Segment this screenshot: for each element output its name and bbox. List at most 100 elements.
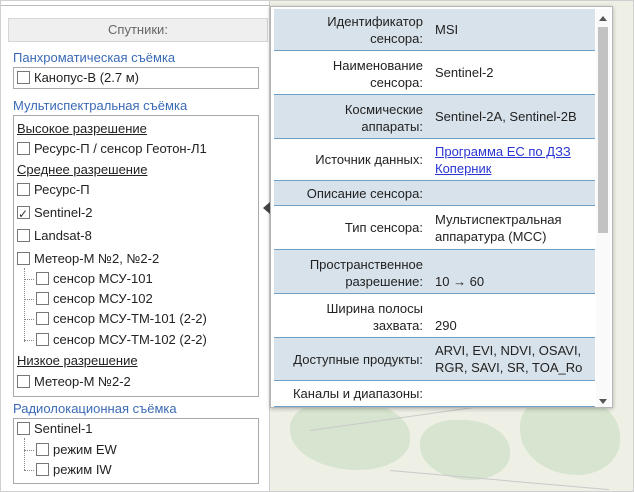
- sensor-info-table: Идентификатор сенсора: MSI Наименование …: [274, 9, 595, 407]
- list-item[interactable]: сенсор МСУ-ТМ-102 (2-2): [36, 330, 207, 350]
- row-value: Мультиспектральная аппаратура (МСС): [435, 211, 562, 244]
- list-item-label: Метеор-М №2-2: [34, 374, 131, 389]
- section-title-multispectral: Мультиспектральная съёмка: [13, 98, 188, 113]
- table-row: Доступные продукты: ARVI, EVI, NDVI, OSA…: [274, 338, 595, 381]
- popup-pointer-icon: [263, 202, 270, 214]
- row-key: Наименование сенсора:: [332, 58, 423, 90]
- tree-connector: [24, 470, 34, 471]
- tree-connector: [24, 340, 34, 341]
- table-row: Пространственное разрешение: 10 → 60: [274, 250, 595, 294]
- list-item-label: Метеор-М №2, №2-2: [34, 251, 160, 266]
- list-item-label: сенсор МСУ-ТМ-101 (2-2): [53, 311, 207, 326]
- row-value: MSI: [435, 22, 459, 37]
- group-low-resolution: Низкое разрешение: [17, 353, 138, 368]
- list-item-label: Канопус-В (2.7 м): [34, 70, 139, 85]
- row-value: Sentinel-2: [435, 65, 494, 80]
- table-row: Идентификатор сенсора: MSI: [274, 9, 595, 51]
- list-item[interactable]: Канопус-В (2.7 м): [17, 68, 139, 88]
- popup-scrollbar[interactable]: [596, 9, 610, 407]
- checkbox-mode-iw[interactable]: [36, 463, 49, 476]
- checkbox-meteor[interactable]: [17, 252, 30, 265]
- list-item-label: Sentinel-2: [34, 205, 93, 220]
- panchromatic-list: Канопус-В (2.7 м): [13, 67, 259, 89]
- checkbox-msu-tm-101[interactable]: [36, 312, 49, 325]
- satellite-sidebar: Спутники: Панхроматическая съёмка Канопу…: [0, 0, 270, 492]
- checkbox-msu-101[interactable]: [36, 272, 49, 285]
- tree-connector: [24, 299, 34, 300]
- row-key: Доступные продукты:: [293, 351, 423, 367]
- sidebar-top-edge: [0, 0, 270, 6]
- table-row: Тип сенсора: Мультиспектральная аппарату…: [274, 206, 595, 250]
- row-key: Описание сенсора:: [306, 185, 423, 201]
- row-value: [431, 381, 595, 406]
- list-item-label: сенсор МСУ-102: [53, 291, 153, 306]
- list-item[interactable]: Landsat-8: [17, 226, 92, 246]
- list-item-label: сенсор МСУ-ТМ-102 (2-2): [53, 332, 207, 347]
- list-item-label: Sentinel-1: [34, 421, 93, 436]
- radar-list: Sentinel-1 режим EW режим IW: [13, 418, 259, 484]
- table-row: Источник данных: Программа ЕС по ДЗЗ Коп…: [274, 139, 595, 181]
- row-value: Sentinel-2A, Sentinel-2B: [435, 109, 577, 124]
- multispectral-list: Высокое разрешение Ресурс-П / сенсор Гео…: [13, 115, 259, 397]
- table-row: Наименование сенсора: Sentinel-2: [274, 51, 595, 95]
- sensor-info-popup: Идентификатор сенсора: MSI Наименование …: [270, 6, 613, 408]
- row-value: [431, 181, 595, 205]
- row-value: Программа ЕС по ДЗЗ Коперник: [431, 139, 595, 180]
- list-item[interactable]: Ресурс-П / сенсор Геотон-Л1: [17, 139, 207, 159]
- tree-connector: [24, 450, 34, 451]
- table-row: Каналы и диапазоны:: [274, 381, 595, 407]
- checkbox-kanopus[interactable]: [17, 71, 30, 84]
- row-key: Тип сенсора:: [344, 220, 423, 235]
- row-value: 10 → 60: [435, 274, 485, 289]
- list-item-label: сенсор МСУ-101: [53, 271, 153, 286]
- row-key: Пространственное разрешение:: [309, 257, 423, 289]
- group-high-resolution: Высокое разрешение: [17, 121, 147, 136]
- list-item[interactable]: режим EW: [36, 440, 117, 460]
- row-key: Каналы и диапазоны:: [292, 386, 423, 401]
- checkbox-sentinel-2[interactable]: [17, 204, 30, 224]
- checkbox-sentinel-1[interactable]: [17, 422, 30, 435]
- scroll-down-icon[interactable]: [599, 399, 607, 404]
- list-item[interactable]: Метеор-М №2, №2-2: [17, 249, 159, 269]
- list-item-label: Ресурс-П / сенсор Геотон-Л1: [34, 141, 207, 156]
- satellites-header: Спутники:: [8, 18, 268, 42]
- data-source-link[interactable]: Программа ЕС по ДЗЗ Коперник: [435, 143, 589, 177]
- map-forest-area: [420, 420, 510, 480]
- checkbox-resurs-p[interactable]: [17, 183, 30, 196]
- list-item-label: режим IW: [53, 462, 112, 477]
- tree-connector: [24, 279, 34, 280]
- list-item[interactable]: Sentinel-1: [17, 419, 93, 439]
- row-value: 290: [435, 318, 457, 333]
- table-row: Космические аппараты: Sentinel-2A, Senti…: [274, 95, 595, 139]
- section-title-radar: Радиолокационная съёмка: [13, 401, 177, 416]
- list-item[interactable]: Метеор-М №2-2: [17, 372, 131, 392]
- map-forest-area: [290, 400, 410, 470]
- checkbox-msu-102[interactable]: [36, 292, 49, 305]
- checkbox-meteor-2-2[interactable]: [17, 375, 30, 388]
- scrollbar-thumb[interactable]: [598, 27, 608, 233]
- tree-connector: [24, 319, 34, 320]
- row-key: Ширина полосы захвата:: [326, 301, 423, 333]
- table-row: Описание сенсора:: [274, 181, 595, 206]
- table-row: Ширина полосы захвата: 290: [274, 294, 595, 338]
- row-key: Источник данных:: [315, 152, 423, 167]
- list-item[interactable]: сенсор МСУ-101: [36, 269, 153, 289]
- list-item-label: режим EW: [53, 442, 117, 457]
- row-key: Космические аппараты:: [344, 102, 423, 134]
- row-key: Идентификатор сенсора:: [327, 14, 423, 46]
- row-value: ARVI, EVI, NDVI, OSAVI, RGR, SAVI, SR, T…: [435, 343, 583, 375]
- scroll-up-icon[interactable]: [599, 16, 607, 21]
- list-item[interactable]: сенсор МСУ-102: [36, 289, 153, 309]
- list-item-label: Ресурс-П: [34, 182, 90, 197]
- checkbox-mode-ew[interactable]: [36, 443, 49, 456]
- list-item[interactable]: сенсор МСУ-ТМ-101 (2-2): [36, 309, 207, 329]
- checkbox-msu-tm-102[interactable]: [36, 333, 49, 346]
- tree-connector: [24, 438, 25, 470]
- list-item[interactable]: режим IW: [36, 460, 112, 480]
- list-item-label: Landsat-8: [34, 228, 92, 243]
- list-item[interactable]: Ресурс-П: [17, 180, 90, 200]
- list-item[interactable]: Sentinel-2: [17, 203, 93, 224]
- checkbox-resurs-geoton[interactable]: [17, 142, 30, 155]
- section-title-panchromatic: Панхроматическая съёмка: [13, 50, 176, 65]
- checkbox-landsat-8[interactable]: [17, 229, 30, 242]
